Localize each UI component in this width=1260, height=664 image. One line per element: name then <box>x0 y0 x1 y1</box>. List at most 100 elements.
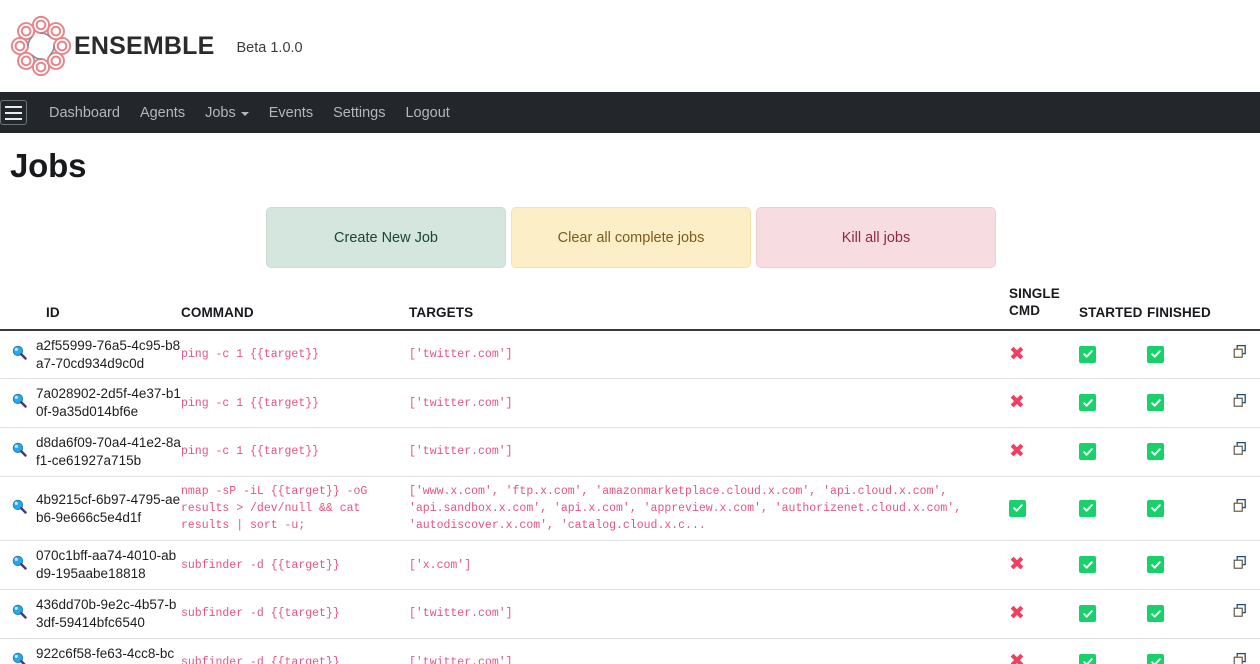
copy-duplicate-icon[interactable] <box>1232 498 1248 519</box>
table-row: 922c6f58-fe63-4cc8-bc61-71e347a8f926subf… <box>0 638 1260 664</box>
green-check-icon <box>1079 345 1096 363</box>
nav-item-events[interactable]: Events <box>259 101 323 125</box>
job-targets-cell: ['twitter.com'] <box>409 589 1009 639</box>
nav-item-settings[interactable]: Settings <box>323 101 395 125</box>
green-check-icon <box>1079 443 1096 461</box>
green-check-icon <box>1147 653 1164 664</box>
search-magnifier-icon[interactable] <box>12 393 27 413</box>
view-job-cell[interactable] <box>0 476 36 542</box>
finished-status-cell <box>1147 540 1219 590</box>
header-single-cmd-line2: CMD <box>1009 302 1041 318</box>
copy-duplicate-icon[interactable] <box>1232 344 1248 365</box>
jobs-table: ID COMMAND TARGETS SINGLE CMD STARTED FI… <box>0 286 1260 664</box>
nav-item-logout[interactable]: Logout <box>395 101 459 125</box>
copy-duplicate-icon[interactable] <box>1232 652 1248 664</box>
job-targets-cell: ['twitter.com'] <box>409 329 1009 380</box>
nav-item-jobs-label: Jobs <box>205 104 236 121</box>
green-check-icon <box>1147 556 1164 574</box>
copy-duplicate-icon[interactable] <box>1232 555 1248 576</box>
job-id-cell: 4b9215cf-6b97-4795-aeb6-9e666c5e4d1f <box>36 476 181 542</box>
kill-all-jobs-button[interactable]: Kill all jobs <box>756 207 996 268</box>
started-status-cell <box>1079 476 1147 542</box>
copy-job-cell[interactable] <box>1219 589 1260 639</box>
search-magnifier-icon[interactable] <box>12 604 27 624</box>
green-check-icon <box>1079 605 1096 623</box>
single-cmd-status-cell: ✖ <box>1009 540 1079 590</box>
copy-duplicate-icon[interactable] <box>1232 393 1248 414</box>
nav-item-agents[interactable]: Agents <box>130 101 195 125</box>
nav-item-events-label: Events <box>268 104 314 121</box>
clear-complete-jobs-button[interactable]: Clear all complete jobs <box>511 207 751 268</box>
job-id-cell: 922c6f58-fe63-4cc8-bc61-71e347a8f926 <box>36 638 181 664</box>
header-finished: FINISHED <box>1147 286 1219 331</box>
copy-duplicate-icon[interactable] <box>1232 441 1248 462</box>
red-x-icon: ✖ <box>1009 439 1025 462</box>
green-check-icon <box>1079 499 1096 517</box>
brand-name: ENSEMBLE <box>74 31 215 60</box>
job-id-cell: 7a028902-2d5f-4e37-b10f-9a35d014bf6e <box>36 378 181 428</box>
finished-status-cell <box>1147 378 1219 428</box>
nav-item-dashboard[interactable]: Dashboard <box>39 101 130 125</box>
search-magnifier-icon[interactable] <box>12 652 27 664</box>
jobs-table-header: ID COMMAND TARGETS SINGLE CMD STARTED FI… <box>0 286 1260 331</box>
copy-job-cell[interactable] <box>1219 638 1260 664</box>
table-row: 070c1bff-aa74-4010-abd9-195aabe18818 subf… <box>0 540 1260 590</box>
single-cmd-status-cell: ✖ <box>1009 638 1079 664</box>
red-x-icon: ✖ <box>1009 601 1025 624</box>
red-x-icon: ✖ <box>1009 553 1025 576</box>
page-title: Jobs <box>10 147 87 184</box>
copy-job-cell[interactable] <box>1219 476 1260 542</box>
search-magnifier-icon[interactable] <box>12 345 27 365</box>
single-cmd-status-cell <box>1009 476 1079 542</box>
header-single-cmd: SINGLE CMD <box>1009 286 1079 331</box>
nav-item-settings-label: Settings <box>333 104 386 121</box>
job-id-cell: d8da6f09-70a4-41e2-8af1-ce61927a715b <box>36 427 181 477</box>
single-cmd-status-cell: ✖ <box>1009 427 1079 477</box>
job-command-cell: ping -c 1 {{target}} <box>181 329 409 380</box>
view-job-cell[interactable] <box>0 329 36 380</box>
view-job-cell[interactable] <box>0 589 36 639</box>
hamburger-menu-icon[interactable] <box>0 100 27 125</box>
action-button-group: Create New Job Clear all complete jobs K… <box>0 191 1260 268</box>
create-new-job-button[interactable]: Create New Job <box>266 207 506 268</box>
copy-job-cell[interactable] <box>1219 427 1260 477</box>
search-magnifier-icon[interactable] <box>12 499 27 519</box>
job-command-cell: subfinder -d {{target}} <box>181 540 409 590</box>
started-status-cell <box>1079 589 1147 639</box>
search-magnifier-icon[interactable] <box>12 555 27 575</box>
nav-item-jobs[interactable]: Jobs <box>195 101 259 125</box>
view-job-cell[interactable] <box>0 540 36 590</box>
copy-job-cell[interactable] <box>1219 540 1260 590</box>
copy-job-cell[interactable] <box>1219 378 1260 428</box>
header-single-cmd-line1: SINGLE <box>1009 286 1060 301</box>
green-check-icon <box>1147 394 1164 412</box>
job-targets-cell: ['twitter.com'] <box>409 427 1009 477</box>
copy-duplicate-icon[interactable] <box>1232 603 1248 624</box>
header-id: ID <box>36 286 181 331</box>
red-x-icon: ✖ <box>1009 391 1025 414</box>
nav-links: Dashboard Agents Jobs Events Settings Lo… <box>39 101 460 125</box>
view-job-cell[interactable] <box>0 638 36 664</box>
table-row: a2f55999-76a5-4c95-b8a7-70cd934d9c0d ping… <box>0 329 1260 380</box>
mandala-knot-logo-icon <box>10 15 72 77</box>
copy-job-cell[interactable] <box>1219 329 1260 380</box>
header-copy <box>1219 286 1260 331</box>
header-view <box>0 286 36 331</box>
header-started: STARTED <box>1079 286 1147 331</box>
table-header-row: ID COMMAND TARGETS SINGLE CMD STARTED FI… <box>0 286 1260 331</box>
search-magnifier-icon[interactable] <box>12 442 27 462</box>
single-cmd-status-cell: ✖ <box>1009 589 1079 639</box>
view-job-cell[interactable] <box>0 378 36 428</box>
view-job-cell[interactable] <box>0 427 36 477</box>
chevron-down-icon <box>240 111 249 116</box>
job-targets-cell: ['x.com'] <box>409 540 1009 590</box>
job-id-cell: 070c1bff-aa74-4010-abd9-195aabe18818 <box>36 540 181 590</box>
green-check-icon <box>1147 443 1164 461</box>
job-targets-cell: ['www.x.com', 'ftp.x.com', 'amazonmarket… <box>409 476 1009 542</box>
green-check-icon <box>1147 499 1164 517</box>
jobs-table-body: a2f55999-76a5-4c95-b8a7-70cd934d9c0d ping… <box>0 329 1260 664</box>
job-id-cell: 436dd70b-9e2c-4b57-b3df-59414bfc6540 <box>36 589 181 639</box>
green-check-icon <box>1147 605 1164 623</box>
brand-version: Beta 1.0.0 <box>236 40 303 56</box>
table-row: 436dd70b-9e2c-4b57-b3df-59414bfc6540 subf… <box>0 589 1260 639</box>
